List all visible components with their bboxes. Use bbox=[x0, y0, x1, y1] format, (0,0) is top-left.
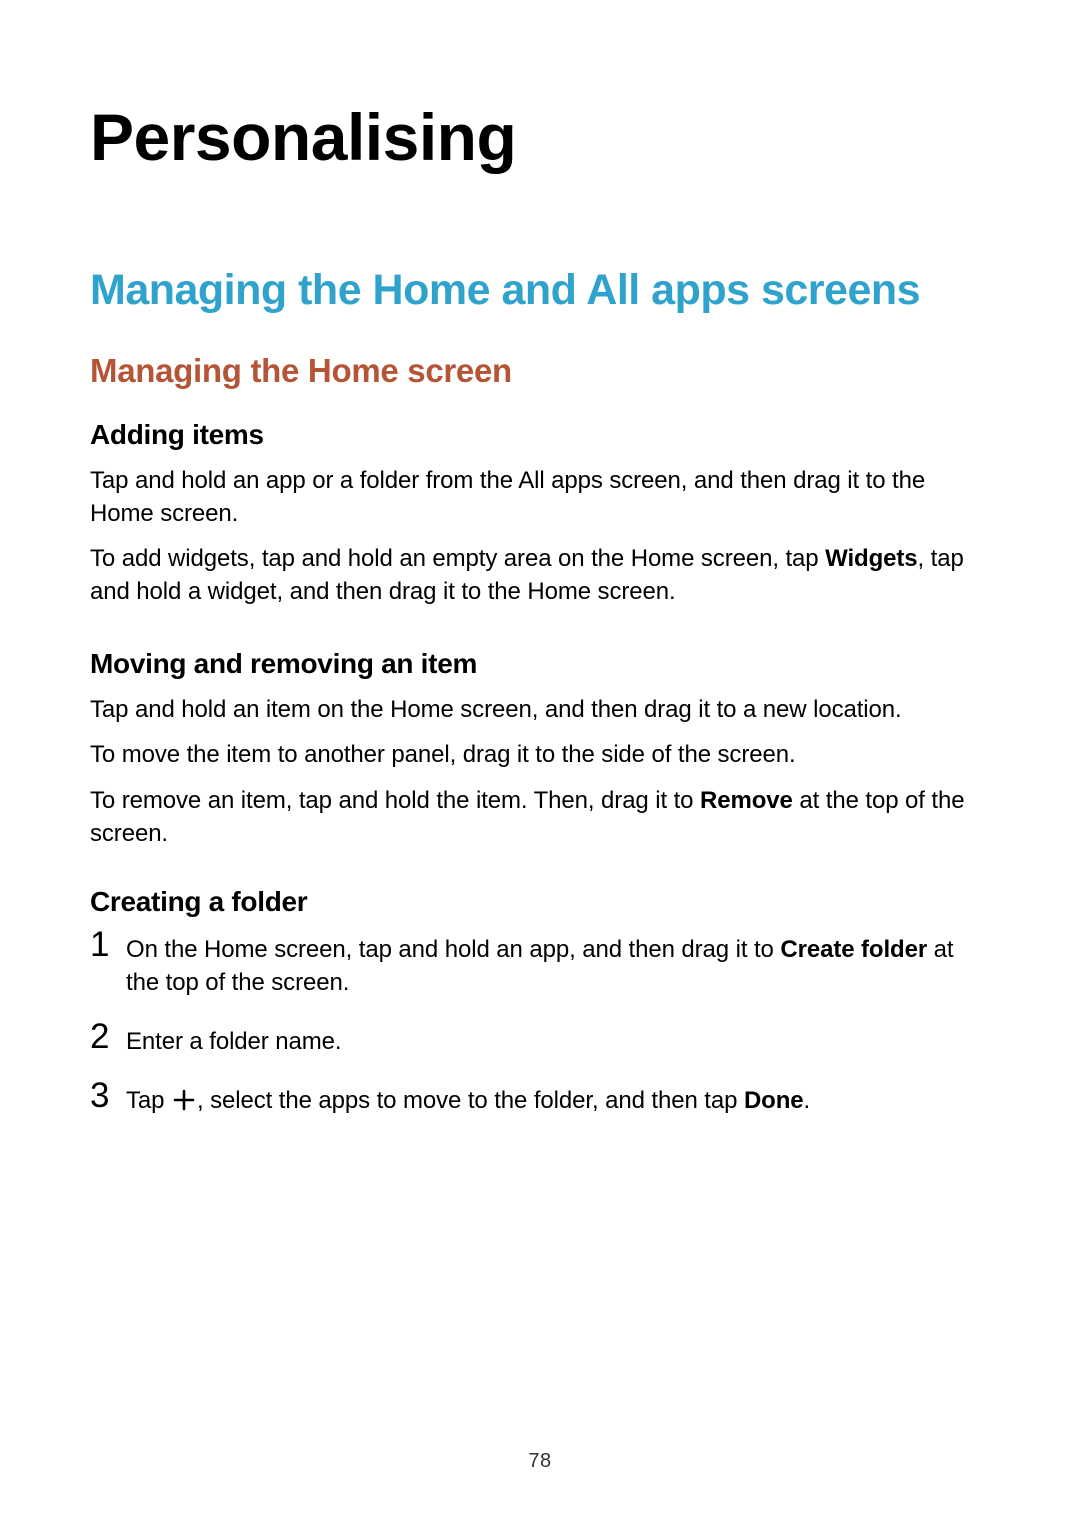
bold-remove: Remove bbox=[700, 787, 793, 814]
list-item: 3 Tap , select the apps to move to the f… bbox=[90, 1082, 990, 1120]
text-run: , select the apps to move to the folder,… bbox=[197, 1087, 744, 1114]
step-number-3: 3 bbox=[90, 1078, 126, 1113]
page: Personalising Managing the Home and All … bbox=[0, 0, 1080, 1527]
subsection-title: Managing the Home screen bbox=[90, 351, 990, 391]
moving-removing-p2: To move the item to another panel, drag … bbox=[90, 738, 990, 771]
step-1-text: On the Home screen, tap and hold an app,… bbox=[126, 931, 990, 999]
step-number-2: 2 bbox=[90, 1019, 126, 1054]
topic-creating-folder: Creating a folder bbox=[90, 884, 990, 919]
step-number-1: 1 bbox=[90, 927, 126, 962]
list-item: 1 On the Home screen, tap and hold an ap… bbox=[90, 931, 990, 999]
step-3-text: Tap , select the apps to move to the fol… bbox=[126, 1082, 990, 1120]
text-run: To remove an item, tap and hold the item… bbox=[90, 787, 700, 814]
step-2-text: Enter a folder name. bbox=[126, 1023, 990, 1058]
page-number: 78 bbox=[0, 1450, 1080, 1473]
list-item: 2 Enter a folder name. bbox=[90, 1023, 990, 1058]
bold-widgets: Widgets bbox=[825, 545, 917, 572]
text-run: . bbox=[804, 1087, 811, 1114]
text-run: On the Home screen, tap and hold an app,… bbox=[126, 936, 780, 963]
text-run: To add widgets, tap and hold an empty ar… bbox=[90, 545, 825, 572]
section-title: Managing the Home and All apps screens bbox=[90, 266, 990, 315]
topic-adding-items: Adding items bbox=[90, 417, 990, 452]
text-run: Tap bbox=[126, 1087, 171, 1114]
moving-removing-p1: Tap and hold an item on the Home screen,… bbox=[90, 693, 990, 726]
adding-items-p2: To add widgets, tap and hold an empty ar… bbox=[90, 542, 990, 608]
bold-done: Done bbox=[744, 1087, 804, 1114]
plus-icon bbox=[173, 1087, 195, 1120]
adding-items-p1: Tap and hold an app or a folder from the… bbox=[90, 464, 990, 530]
topic-moving-removing: Moving and removing an item bbox=[90, 646, 990, 681]
bold-create-folder: Create folder bbox=[780, 936, 927, 963]
chapter-title: Personalising bbox=[90, 100, 990, 176]
moving-removing-p3: To remove an item, tap and hold the item… bbox=[90, 784, 990, 850]
ordered-list: 1 On the Home screen, tap and hold an ap… bbox=[90, 931, 990, 1120]
